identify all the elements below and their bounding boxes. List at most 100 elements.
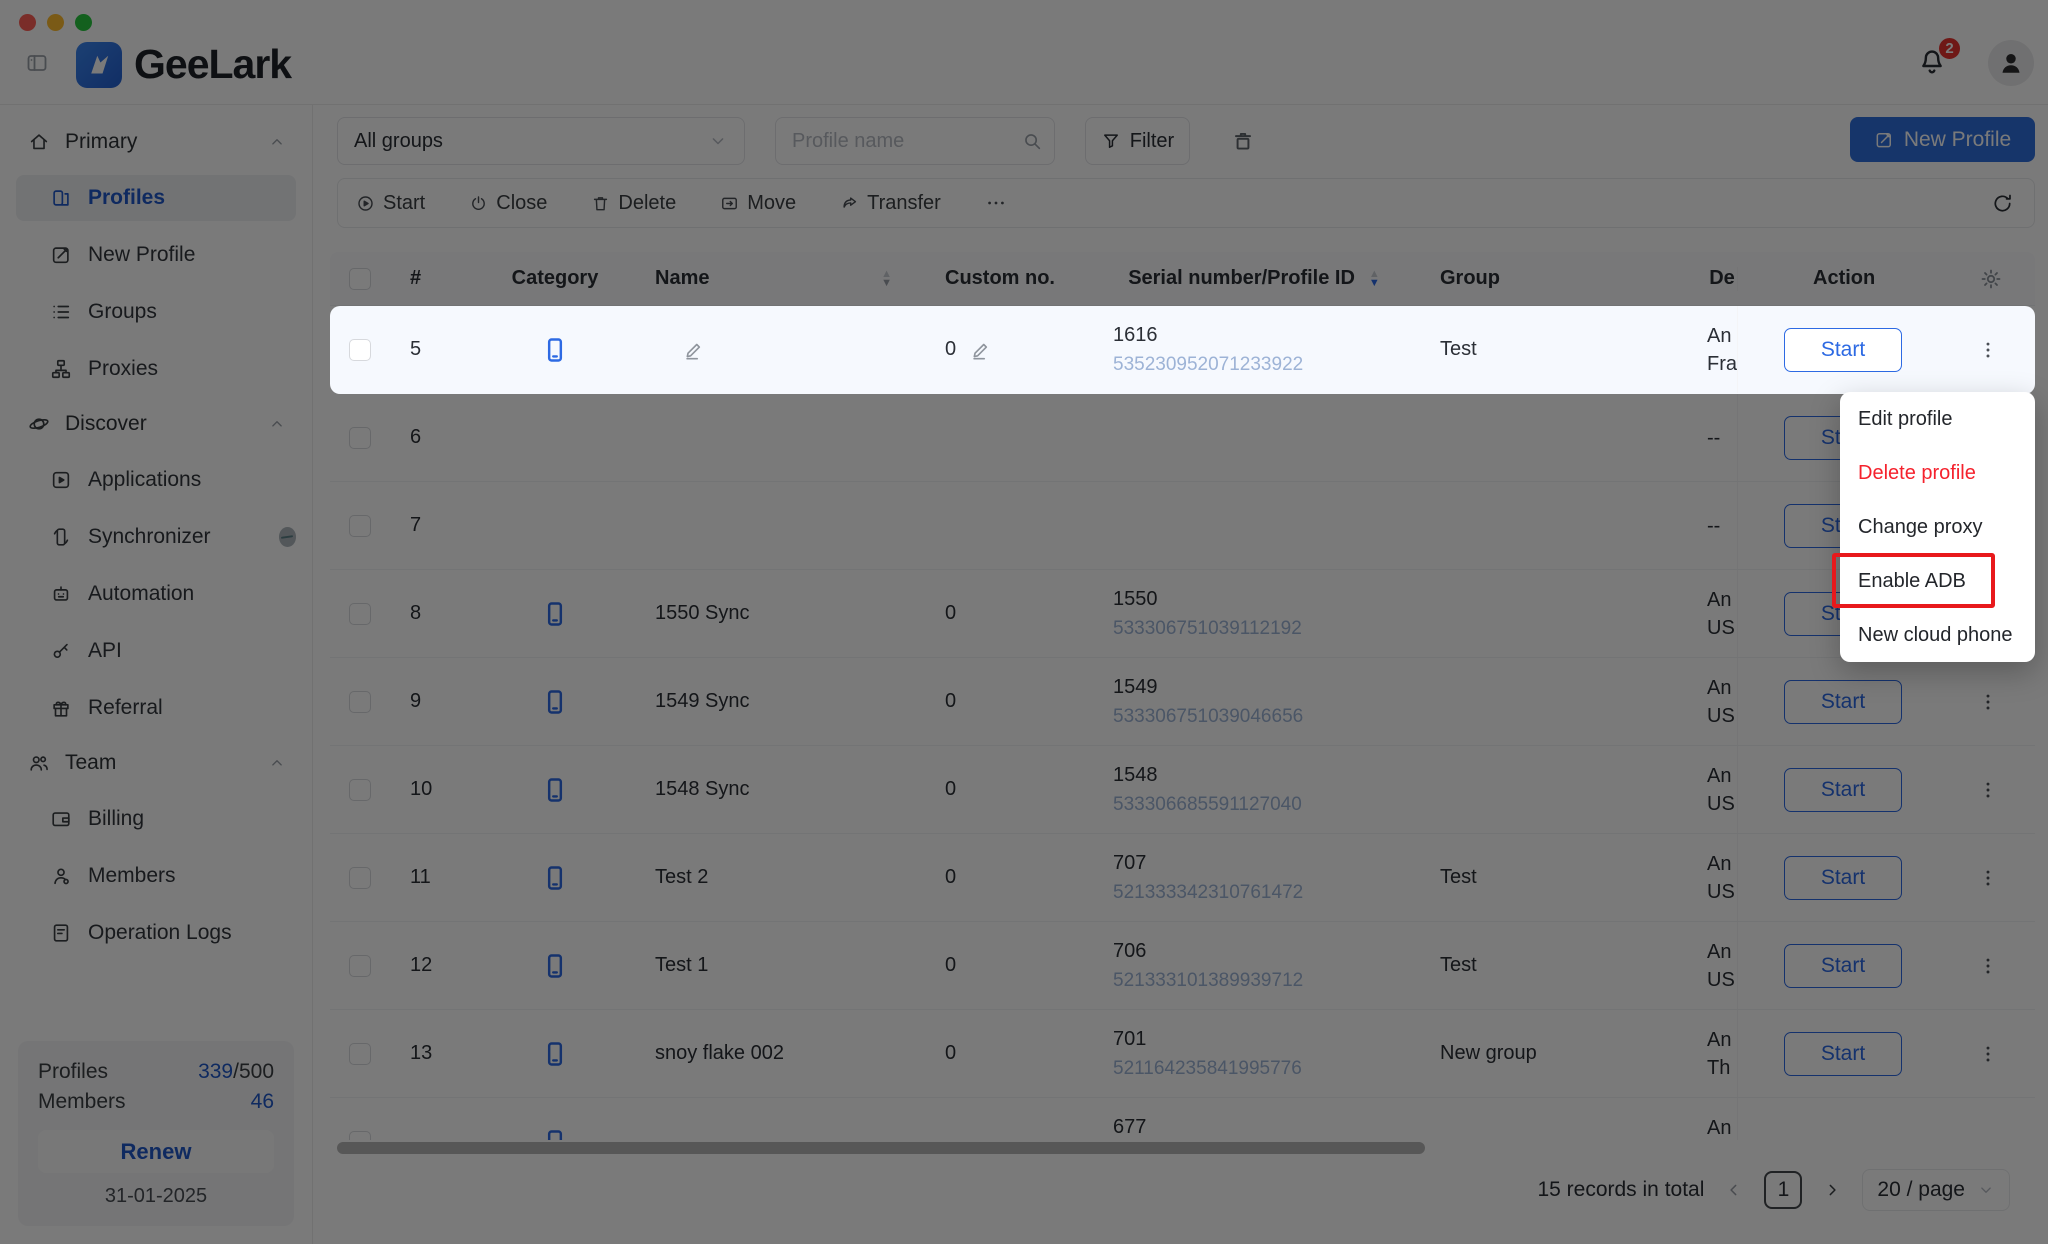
menu-item-enable-adb[interactable]: Enable ADB <box>1840 554 2035 608</box>
gear-icon[interactable] <box>1979 267 2003 291</box>
search-icon[interactable] <box>1021 130 1043 152</box>
row-checkbox[interactable] <box>349 867 371 889</box>
table-row[interactable]: 7 -- Start <box>330 482 2035 570</box>
row-checkbox[interactable] <box>349 955 371 977</box>
row-more-actions-icon[interactable] <box>1977 779 1999 801</box>
row-checkbox[interactable] <box>349 691 371 713</box>
new-profile-button[interactable]: New Profile <box>1850 117 2035 162</box>
start-button[interactable]: Start <box>1784 1032 1902 1076</box>
menu-item-new-cloud-phone[interactable]: New cloud phone <box>1840 608 2035 662</box>
table-row[interactable]: 6 -- Start <box>330 394 2035 482</box>
notifications-button[interactable]: 2 <box>1916 46 1950 80</box>
profile-id: 535230952071233922 <box>1113 350 1303 380</box>
next-page-icon[interactable] <box>1822 1180 1842 1200</box>
more-actions-icon[interactable] <box>985 192 1007 214</box>
page-size-select[interactable]: 20 / page <box>1862 1169 2010 1211</box>
row-checkbox[interactable] <box>349 515 371 537</box>
scrollbar-thumb[interactable] <box>337 1142 1425 1154</box>
action-cell: Start <box>1737 746 2035 833</box>
minimize-window-button[interactable] <box>47 14 64 31</box>
device-cell: AnUS <box>1690 834 1737 921</box>
sidebar-item-api[interactable]: API <box>16 628 296 674</box>
toolbar-move[interactable]: Move <box>720 192 796 215</box>
table-row[interactable]: 677 An <box>330 1098 2035 1140</box>
row-checkbox[interactable] <box>349 1131 371 1141</box>
current-page[interactable]: 1 <box>1764 1171 1802 1209</box>
sidebar-item-members[interactable]: Members <box>16 853 296 899</box>
group-select[interactable]: All groups <box>337 117 745 165</box>
start-button[interactable]: Start <box>1784 768 1902 812</box>
start-button[interactable]: Start <box>1784 944 1902 988</box>
action-cell: Start <box>1737 922 2035 1009</box>
sidebar-item-synchronizer[interactable]: Synchronizer <box>16 514 296 560</box>
horizontal-scrollbar[interactable] <box>330 1141 2035 1155</box>
close-window-button[interactable] <box>19 14 36 31</box>
sidebar-section-toggle-team[interactable]: Team <box>16 742 296 784</box>
sidebar-item-profiles[interactable]: Profiles <box>16 175 296 221</box>
toolbar-delete[interactable]: Delete <box>591 192 676 215</box>
sidebar-item-groups[interactable]: Groups <box>16 289 296 335</box>
row-checkbox[interactable] <box>349 603 371 625</box>
sidebar-item-proxies[interactable]: Proxies <box>16 346 296 392</box>
start-button[interactable]: Start <box>1784 680 1902 724</box>
prev-page-icon[interactable] <box>1724 1180 1744 1200</box>
row-more-actions-icon[interactable] <box>1977 339 1999 361</box>
serial-sort-icon[interactable]: ▲▼ <box>1369 270 1380 288</box>
sidebar-item-automation[interactable]: Automation <box>16 571 296 617</box>
menu-item-edit-profile[interactable]: Edit profile <box>1840 392 2035 446</box>
refresh-icon[interactable] <box>1991 192 2014 215</box>
sidebar-section-toggle-discover[interactable]: Discover <box>16 403 296 445</box>
row-checkbox[interactable] <box>349 339 371 361</box>
sidebar-toggle-icon[interactable] <box>25 51 49 75</box>
start-button[interactable]: Start <box>1784 856 1902 900</box>
filter-button[interactable]: Filter <box>1085 117 1190 165</box>
select-all-checkbox[interactable] <box>349 268 371 290</box>
chevron-up-icon <box>268 415 286 433</box>
row-more-actions-icon[interactable] <box>1977 1043 1999 1065</box>
profile-name-input[interactable] <box>775 117 1055 165</box>
renew-button[interactable]: Renew <box>38 1130 274 1173</box>
table-row[interactable]: 9 1549 Sync 0 1549 533306751039046656 An… <box>330 658 2035 746</box>
table-row[interactable]: 10 1548 Sync 0 1548 533306685591127040 A… <box>330 746 2035 834</box>
proxies-icon <box>50 358 72 380</box>
edit-custom-no-icon[interactable] <box>970 339 992 361</box>
table-row[interactable]: 13 snoy flake 002 0 701 5211642358419957… <box>330 1010 2035 1098</box>
row-checkbox[interactable] <box>349 1043 371 1065</box>
row-checkbox[interactable] <box>349 779 371 801</box>
group-cell <box>1395 482 1690 569</box>
row-more-actions-icon[interactable] <box>1977 867 1999 889</box>
row-checkbox[interactable] <box>349 427 371 449</box>
col-action: Action <box>1813 267 1875 290</box>
table-body: 5 0 1616 535230952071233922 Test AnFra S… <box>330 306 2035 1140</box>
menu-item-delete-profile[interactable]: Delete profile <box>1840 446 2035 500</box>
toolbar-close[interactable]: Close <box>469 192 547 215</box>
sidebar-section-toggle-primary[interactable]: Primary <box>16 121 296 163</box>
name-sort-icon[interactable]: ▲▼ <box>881 270 892 288</box>
start-button[interactable]: Start <box>1784 328 1902 372</box>
row-more-actions-icon[interactable] <box>1977 955 1999 977</box>
zoom-window-button[interactable] <box>75 14 92 31</box>
table-row[interactable]: 5 0 1616 535230952071233922 Test AnFra S… <box>330 306 2035 394</box>
custom-no-cell <box>930 482 1090 569</box>
table-row[interactable]: 12 Test 1 0 706 521333101389939712 Test … <box>330 922 2035 1010</box>
edit-name-icon[interactable] <box>683 339 705 361</box>
avatar[interactable] <box>1988 40 2034 86</box>
sidebar-item-billing[interactable]: Billing <box>16 796 296 842</box>
action-cell: Start <box>1737 306 2035 393</box>
menu-item-change-proxy[interactable]: Change proxy <box>1840 500 2035 554</box>
clear-filter-icon[interactable] <box>1230 128 1256 154</box>
members-icon <box>50 865 72 887</box>
sidebar-item-referral[interactable]: Referral <box>16 685 296 731</box>
toolbar-start[interactable]: Start <box>356 192 425 215</box>
sidebar-item-operation-logs[interactable]: Operation Logs <box>16 910 296 956</box>
table-row[interactable]: 11 Test 2 0 707 521333342310761472 Test … <box>330 834 2035 922</box>
sidebar-item-new-profile[interactable]: New Profile <box>16 232 296 278</box>
topbar: GeeLark 2 <box>0 0 2048 105</box>
profiles-icon <box>50 187 72 209</box>
toolbar-transfer[interactable]: Transfer <box>840 192 941 215</box>
chevron-down-icon <box>1977 1181 1995 1199</box>
table-row[interactable]: 8 1550 Sync 0 1550 533306751039112192 An… <box>330 570 2035 658</box>
row-more-actions-icon[interactable] <box>1977 691 1999 713</box>
serial-cell <box>1090 482 1395 569</box>
sidebar-item-applications[interactable]: Applications <box>16 457 296 503</box>
